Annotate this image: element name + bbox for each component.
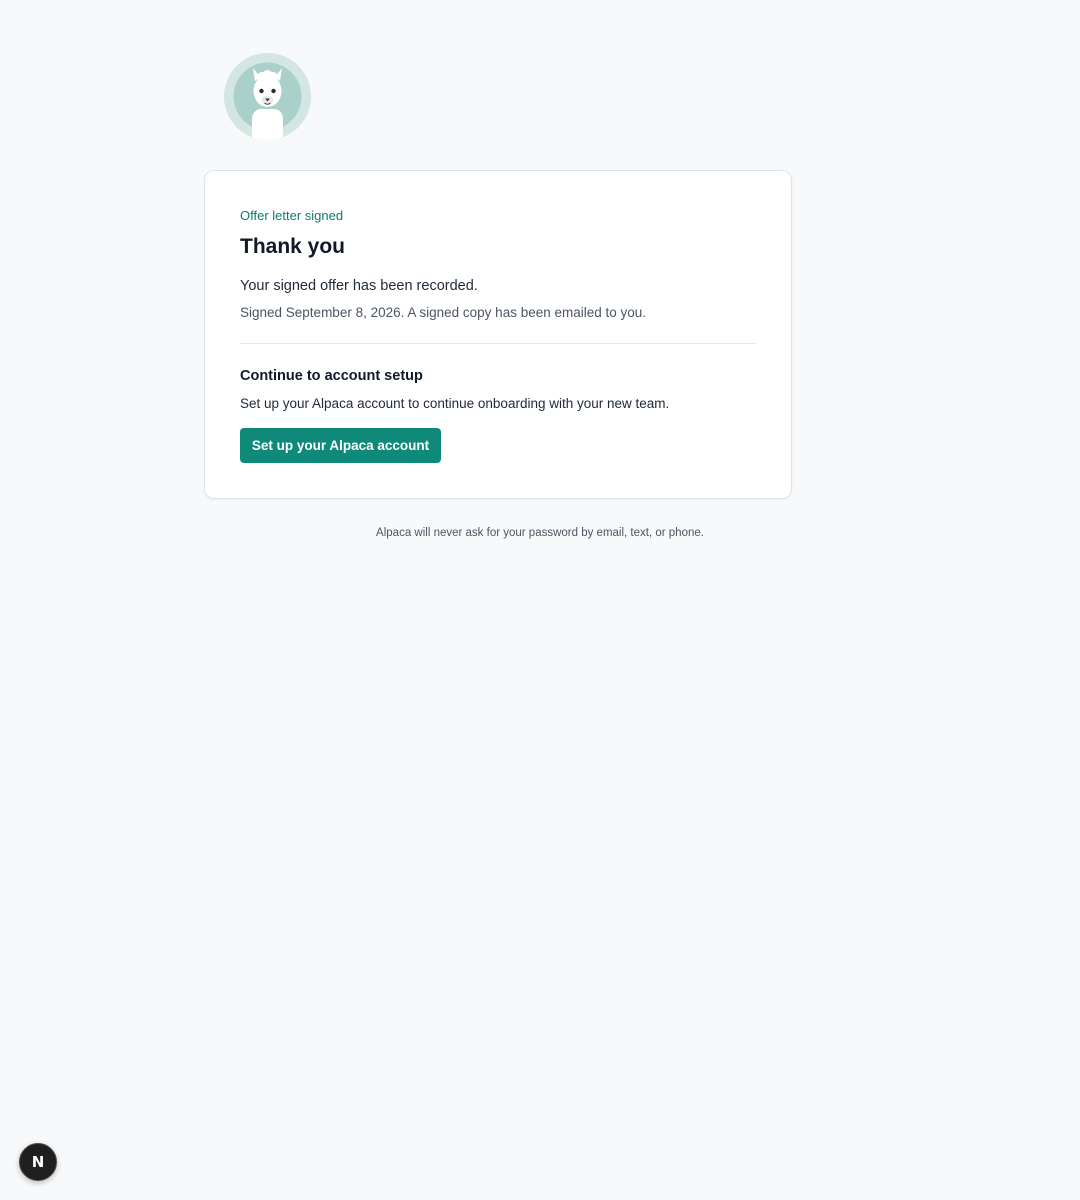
divider [240, 343, 756, 344]
confirmation-message: Your signed offer has been recorded. [240, 278, 478, 294]
signed-date-note: Signed September 8, 2026. A signed copy … [240, 305, 647, 320]
next-step-description: Set up your Alpaca account to continue o… [240, 396, 670, 411]
status-eyebrow: Offer letter signed [240, 208, 344, 223]
next-step-title: Continue to account setup [240, 368, 423, 384]
confirmation-card: Offer letter signed Thank you Your signe… [204, 170, 792, 499]
nextjs-dev-badge-icon[interactable]: N [19, 1143, 57, 1181]
setup-account-button[interactable]: Set up your Alpaca account [240, 428, 441, 463]
alpaca-logo-icon [224, 53, 311, 140]
page-title: Thank you [240, 235, 346, 258]
security-note: Alpaca will never ask for your password … [376, 527, 704, 539]
